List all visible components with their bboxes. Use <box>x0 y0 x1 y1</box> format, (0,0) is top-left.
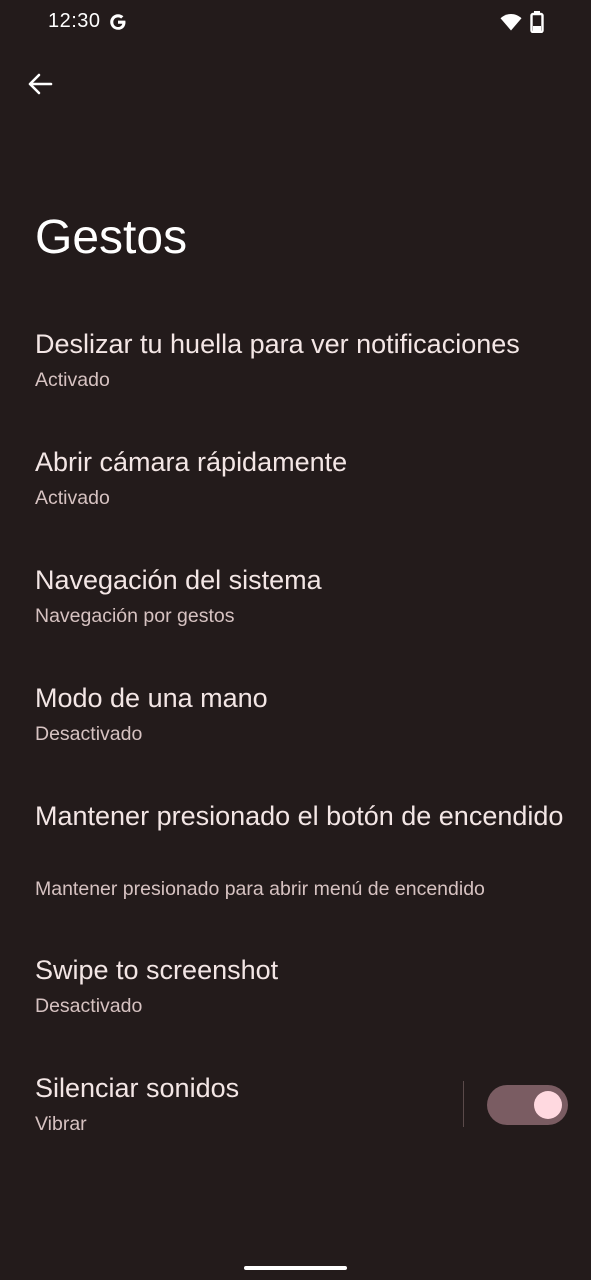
mute-sounds-toggle[interactable] <box>487 1085 568 1125</box>
setting-summary: Vibrar <box>35 1113 87 1135</box>
setting-mute-sounds[interactable]: Silenciar sonidos Vibrar <box>0 1062 450 1162</box>
setting-summary: Navegación por gestos <box>35 605 235 627</box>
setting-summary: Desactivado <box>35 995 143 1017</box>
status-time: 12:30 <box>48 10 101 32</box>
google-g-icon <box>110 14 126 30</box>
setting-title: Mantener presionado el botón de encendid… <box>35 801 564 831</box>
setting-quick-camera[interactable]: Abrir cámara rápidamente Activado <box>0 436 591 536</box>
toggle-divider <box>463 1081 464 1127</box>
gesture-nav-handle[interactable] <box>244 1266 347 1270</box>
setting-title: Deslizar tu huella para ver notificacion… <box>35 329 520 359</box>
setting-title: Navegación del sistema <box>35 565 322 595</box>
setting-fingerprint-swipe[interactable]: Deslizar tu huella para ver notificacion… <box>0 318 591 418</box>
setting-summary: Desactivado <box>35 723 143 745</box>
toggle-thumb <box>534 1091 562 1119</box>
back-button[interactable] <box>20 64 60 104</box>
setting-one-handed-mode[interactable]: Modo de una mano Desactivado <box>0 672 591 772</box>
setting-summary: Activado <box>35 487 110 509</box>
page-title: Gestos <box>35 211 188 264</box>
setting-power-button-hold[interactable]: Mantener presionado el botón de encendid… <box>0 790 591 926</box>
setting-title: Abrir cámara rápidamente <box>35 447 348 477</box>
setting-swipe-to-screenshot[interactable]: Swipe to screenshot Desactivado <box>0 944 591 1044</box>
setting-system-navigation[interactable]: Navegación del sistema Navegación por ge… <box>0 554 591 654</box>
wifi-icon <box>500 14 522 31</box>
setting-title: Silenciar sonidos <box>35 1073 240 1103</box>
arrow-back-icon <box>28 73 53 95</box>
status-bar: 12:30 <box>0 0 591 46</box>
setting-title: Modo de una mano <box>35 683 268 713</box>
setting-summary: Mantener presionado para abrir menú de e… <box>35 878 485 900</box>
setting-summary: Activado <box>35 369 110 391</box>
setting-title: Swipe to screenshot <box>35 955 279 985</box>
battery-icon <box>530 11 544 33</box>
